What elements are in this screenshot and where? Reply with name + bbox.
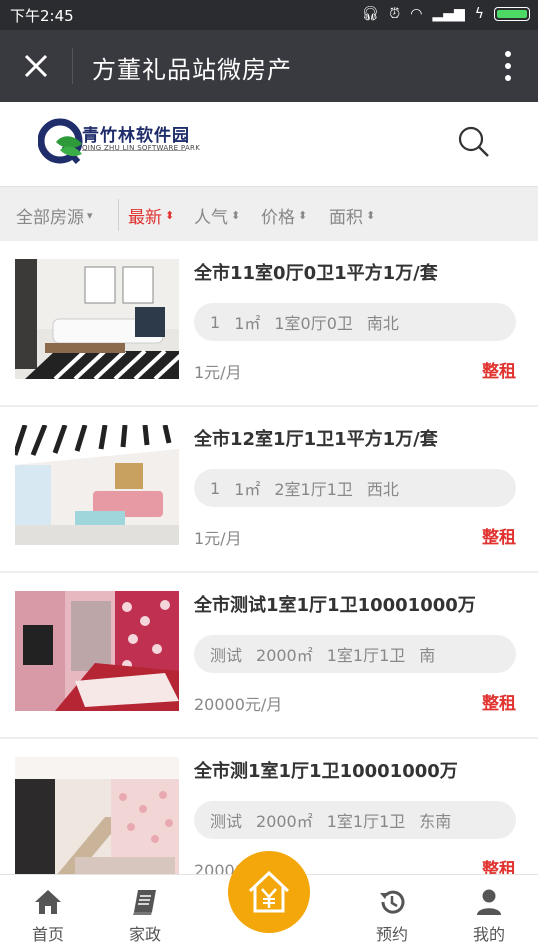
sort-icon: ⬍ xyxy=(366,209,376,222)
listing-tags: 1 1㎡ 1室0厅0卫 南北 xyxy=(194,303,516,341)
logo-bar: 青竹林软件园 QING ZHU LIN SOFTWARE PARK xyxy=(0,102,538,186)
listing-price: 1元/月 xyxy=(194,529,242,548)
listing-tag: 2000㎡ xyxy=(256,812,313,831)
house-yuan-icon xyxy=(248,870,290,913)
filter-bar: 全部房源 ▾ 最新 ⬍ 人气 ⬍ 价格 ⬍ 面积 ⬍ xyxy=(0,186,538,242)
listing-title: 全市12室1厅1卫1平方1万/套 xyxy=(194,429,438,450)
listing-photo xyxy=(15,259,179,379)
wifi-icon: ◠ xyxy=(410,6,423,22)
listing-tag: 测试 xyxy=(210,646,243,665)
listing-photo xyxy=(15,425,179,545)
filter-newest[interactable]: 最新 ⬍ xyxy=(128,203,174,228)
listing-tag: 1 xyxy=(210,312,221,332)
listing-photo xyxy=(15,757,179,877)
listing-tag: 东南 xyxy=(419,812,452,831)
nav-housekeeping[interactable]: 家政 xyxy=(105,875,185,948)
headphones-icon: 🎧︎ xyxy=(361,6,380,22)
filter-label: 价格 xyxy=(261,208,295,228)
listing-price: 1元/月 xyxy=(194,363,242,382)
listing-tag: 西北 xyxy=(366,480,399,499)
sort-icon: ⬍ xyxy=(298,209,308,222)
listing-type: 整租 xyxy=(482,694,516,714)
nav-label: 预约 xyxy=(375,925,408,944)
chevron-down-icon: ▾ xyxy=(87,209,93,222)
nav-mine[interactable]: 我的 xyxy=(449,875,529,948)
filter-area[interactable]: 面积 ⬍ xyxy=(329,203,375,228)
home-icon xyxy=(35,890,61,914)
center-house-button[interactable] xyxy=(228,851,310,933)
status-time: 下午2:45 xyxy=(10,7,74,25)
sort-icon: ⬍ xyxy=(231,209,241,222)
listing-title: 全市测试1室1厅1卫10001000万 xyxy=(194,595,476,616)
listing-tag: 2室1厅1卫 xyxy=(274,480,353,499)
filter-label: 人气 xyxy=(194,208,228,228)
nav-label: 首页 xyxy=(31,925,64,944)
more-vertical-icon xyxy=(505,51,511,81)
listing-type: 整租 xyxy=(482,362,516,382)
history-icon xyxy=(380,890,405,914)
listing-tag: 2000㎡ xyxy=(256,646,313,665)
filter-all-listings[interactable]: 全部房源 ▾ xyxy=(16,203,93,228)
nav-booking[interactable]: 预约 xyxy=(352,875,432,948)
listing-tag: 南 xyxy=(419,646,436,665)
more-button[interactable] xyxy=(498,46,518,86)
listing-title: 全市11室0厅0卫1平方1万/套 xyxy=(194,263,438,284)
filter-label: 最新 xyxy=(128,208,162,228)
listing-tag: 1室1厅1卫 xyxy=(326,812,406,831)
status-icons: 🎧︎ ⏰︎ ◠ ▂▄▆ ϟ xyxy=(362,5,530,23)
header-divider xyxy=(72,48,73,84)
listing-item[interactable]: 全市测试1室1厅1卫10001000万 测试 2000㎡ 1室1厅1卫 南 20… xyxy=(0,573,538,737)
listing-item[interactable]: 全市11室0厅0卫1平方1万/套 1 1㎡ 1室0厅0卫 南北 1元/月 整租 xyxy=(0,241,538,405)
close-button[interactable] xyxy=(14,44,58,88)
listing-tags: 测试 2000㎡ 1室1厅1卫 东南 xyxy=(194,801,516,839)
filter-divider xyxy=(118,199,119,231)
listing-item[interactable]: 全市12室1厅1卫1平方1万/套 1 1㎡ 2室1厅1卫 西北 1元/月 整租 xyxy=(0,407,538,571)
logo-name-cn: 青竹林软件园 xyxy=(82,126,190,146)
filter-label: 全部房源 xyxy=(16,208,84,228)
listing-tags: 测试 2000㎡ 1室1厅1卫 南 xyxy=(194,635,516,673)
user-icon xyxy=(477,889,501,915)
book-icon xyxy=(133,890,156,915)
filter-popularity[interactable]: 人气 ⬍ xyxy=(194,203,240,228)
listing-price: 20000元/月 xyxy=(194,695,283,714)
listing-title: 全市测1室1厅1卫10001000万 xyxy=(194,761,458,782)
charging-icon: ϟ xyxy=(474,6,484,22)
listing-tag: 1 xyxy=(210,478,221,498)
logo-emblem-icon xyxy=(38,118,83,164)
listing-tag: 1㎡ xyxy=(234,480,261,499)
filter-price[interactable]: 价格 ⬍ xyxy=(261,203,307,228)
search-button[interactable] xyxy=(454,122,494,162)
listing-tag: 1室1厅1卫 xyxy=(326,646,406,665)
app-header: 方董礼品站微房产 xyxy=(0,30,538,102)
listing-tags: 1 1㎡ 2室1厅1卫 西北 xyxy=(194,469,516,507)
battery-icon xyxy=(494,7,530,21)
nav-label: 家政 xyxy=(128,925,161,944)
close-icon xyxy=(24,54,48,78)
listing-tag: 1㎡ xyxy=(234,314,261,333)
listing-photo xyxy=(15,591,179,711)
sort-icon: ⬍ xyxy=(165,209,175,222)
page-title: 方董礼品站微房产 xyxy=(92,56,292,84)
listing-type: 整租 xyxy=(482,528,516,548)
logo-name-en: QING ZHU LIN SOFTWARE PARK xyxy=(82,144,201,152)
alarm-icon: ⏰︎ xyxy=(389,6,401,22)
filter-label: 面积 xyxy=(329,208,363,228)
listing-tag: 南北 xyxy=(366,314,399,333)
nav-label: 我的 xyxy=(472,925,505,944)
nav-home[interactable]: 首页 xyxy=(8,875,88,948)
listing-tag: 1室0厅0卫 xyxy=(274,314,353,333)
status-bar: 下午2:45 🎧︎ ⏰︎ ◠ ▂▄▆ ϟ xyxy=(0,0,538,30)
search-icon xyxy=(458,126,489,157)
listing-tag: 测试 xyxy=(210,812,243,831)
signal-icon: ▂▄▆ xyxy=(432,6,465,22)
